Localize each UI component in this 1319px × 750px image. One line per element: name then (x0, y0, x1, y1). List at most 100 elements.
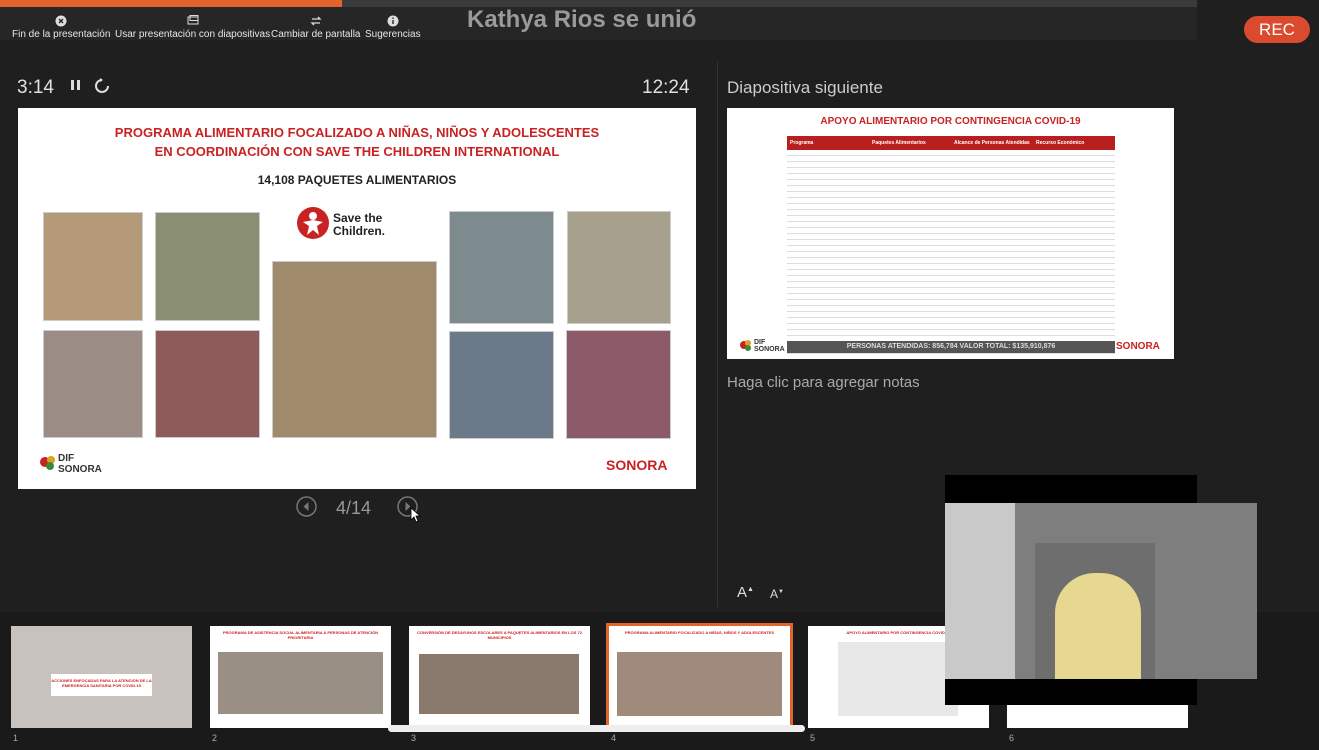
slide-photo (43, 330, 143, 438)
next-slide-table-row (787, 175, 1115, 180)
next-slide-preview[interactable]: APOYO ALIMENTARIO POR CONTINGENCIA COVID… (727, 108, 1174, 359)
suggestions-label: Sugerencias (365, 29, 421, 40)
pane-divider (717, 62, 718, 607)
next-slide-table-row (787, 229, 1115, 234)
pause-icon[interactable] (70, 78, 82, 92)
next-slide-table-row (787, 187, 1115, 192)
header-cell: Alcance de Personas Atendidas (954, 140, 1030, 146)
switch-screen-label: Cambiar de pantalla (271, 29, 361, 40)
thumbnail-title: ACCIONES ENFOCADAS PARA LA ATENCIÓN DE L… (51, 678, 152, 688)
decrease-font-button[interactable]: A▼ (770, 587, 784, 601)
thumbnail-number: 5 (810, 733, 816, 743)
partner-logo-text: Save the Children. (333, 211, 386, 238)
info-icon (387, 15, 399, 27)
slide-photo (449, 331, 554, 439)
elapsed-timer: 3:14 (17, 77, 54, 98)
next-slide-table-row (787, 151, 1115, 156)
next-slide-table-row (787, 325, 1115, 330)
reset-timer-icon[interactable] (94, 78, 110, 94)
mouse-cursor-icon (410, 507, 421, 523)
switch-screen-button[interactable]: Cambiar de pantalla (271, 15, 361, 40)
sonora-logo-text: SONORA (1116, 341, 1160, 352)
current-slide[interactable]: PROGRAMA ALIMENTARIO FOCALIZADO A NIÑAS,… (18, 108, 696, 489)
slide-photo (155, 330, 260, 438)
video-window-blinds (945, 503, 1015, 679)
increase-font-button[interactable]: A▲ (737, 584, 754, 601)
next-slide-table-row (787, 205, 1115, 210)
next-slide-table-row (787, 217, 1115, 222)
next-slide-table-row (787, 277, 1115, 282)
next-slide-table-row (787, 163, 1115, 168)
thumbnail-number: 1 (13, 733, 19, 743)
next-slide-table-row (787, 193, 1115, 198)
end-presentation-button[interactable]: Fin de la presentación (12, 15, 110, 40)
next-slide-footer: PERSONAS ATENDIDAS: 856,784 VALOR TOTAL:… (787, 341, 1115, 353)
recording-badge[interactable]: REC (1244, 16, 1310, 43)
slide-photo (567, 211, 671, 324)
thumbnail-number: 4 (611, 733, 617, 743)
previous-slide-button[interactable] (296, 496, 317, 517)
slide-photo (155, 212, 260, 321)
next-slide-table-row (787, 199, 1115, 204)
next-slide-table-row (787, 301, 1115, 306)
thumbnail-title: PROGRAMA ALIMENTARIO FOCALIZADO A NIÑAS,… (624, 630, 775, 635)
dif-logo-icon (40, 456, 55, 470)
clock: 12:24 (642, 77, 690, 98)
suggestions-button[interactable]: Sugerencias (365, 15, 421, 40)
next-slide-table-row (787, 271, 1115, 276)
speaker-notes-placeholder[interactable]: Haga clic para agregar notas (727, 374, 920, 391)
slide-counter: 4/14 (336, 498, 372, 518)
close-circle-icon (55, 15, 67, 27)
next-slide-table-row (787, 307, 1115, 312)
slide-photo (449, 211, 554, 324)
end-presentation-label: Fin de la presentación (12, 29, 111, 40)
thumbnail-title: CONVERSIÓN DE DESAYUNOS ESCOLARES A PAQU… (417, 630, 582, 640)
thumbnail-number: 2 (212, 733, 218, 743)
display-icon (187, 15, 199, 25)
slide-photo (43, 212, 143, 321)
thumbnail-number: 3 (411, 733, 417, 743)
next-slide-table-row (787, 223, 1115, 228)
slide-thumbnail-4[interactable]: PROGRAMA ALIMENTARIO FOCALIZADO A NIÑAS,… (606, 623, 793, 731)
dif-logo-icon (740, 340, 751, 351)
slide-thumbnail-1[interactable]: ACCIONES ENFOCADAS PARA LA ATENCIÓN DE L… (11, 626, 192, 728)
thumbnail-photos (218, 652, 383, 714)
next-slide-table-row (787, 331, 1115, 336)
next-slide-table-row (787, 169, 1115, 174)
dif-logo-text: DIF SONORA (58, 453, 102, 475)
increase-arrow-icon: ▲ (747, 586, 754, 593)
next-slide-label: Diapositiva siguiente (727, 78, 883, 97)
use-slideshow-button[interactable]: Usar presentación con diapositivas (115, 15, 270, 40)
next-slide-table-row (787, 295, 1115, 300)
thumbnail-scrollbar[interactable] (388, 725, 805, 732)
slide-thumbnail-3[interactable]: CONVERSIÓN DE DESAYUNOS ESCOLARES A PAQU… (409, 626, 590, 728)
sonora-logo-text: SONORA (606, 457, 668, 473)
next-slide-table-header: Programa Paquetes Alimentarios Alcance d… (787, 136, 1115, 150)
header-cell: Recurso Económico (1036, 140, 1085, 146)
thumbnail-title: PROGRAMA DE ASISTENCIA SOCIAL ALIMENTARI… (222, 630, 379, 640)
thumbnail-number: 6 (1009, 733, 1015, 743)
next-slide-table-row (787, 235, 1115, 240)
next-slide-table-row (787, 313, 1115, 318)
slide-subtitle: 14,108 PAQUETES ALIMENTARIOS (257, 173, 457, 187)
next-slide-table-body (787, 151, 1115, 354)
next-slide-table-row (787, 211, 1115, 216)
slide-title-line2: EN COORDINACIÓN CON SAVE THE CHILDREN IN… (154, 144, 560, 159)
presentation-progress-fill (0, 0, 343, 7)
next-slide-table-row (787, 259, 1115, 264)
video-overlay[interactable] (945, 475, 1257, 705)
increase-font-label: A (737, 584, 748, 601)
next-slide-table-row (787, 241, 1115, 246)
next-slide-table-row (787, 253, 1115, 258)
slide-thumbnail-2[interactable]: PROGRAMA DE ASISTENCIA SOCIAL ALIMENTARI… (210, 626, 391, 728)
use-slideshow-label: Usar presentación con diapositivas (115, 29, 271, 40)
next-slide-table-row (787, 289, 1115, 294)
header-cell: Paquetes Alimentarios (872, 140, 926, 146)
slide-photo (272, 261, 437, 438)
decrease-font-label: A (770, 587, 779, 601)
next-slide-title: APOYO ALIMENTARIO POR CONTINGENCIA COVID… (820, 116, 1081, 127)
thumbnail-photos (419, 654, 579, 714)
next-slide-table-row (787, 319, 1115, 324)
thumbnail-table (838, 642, 958, 716)
participant-video (945, 503, 1257, 679)
